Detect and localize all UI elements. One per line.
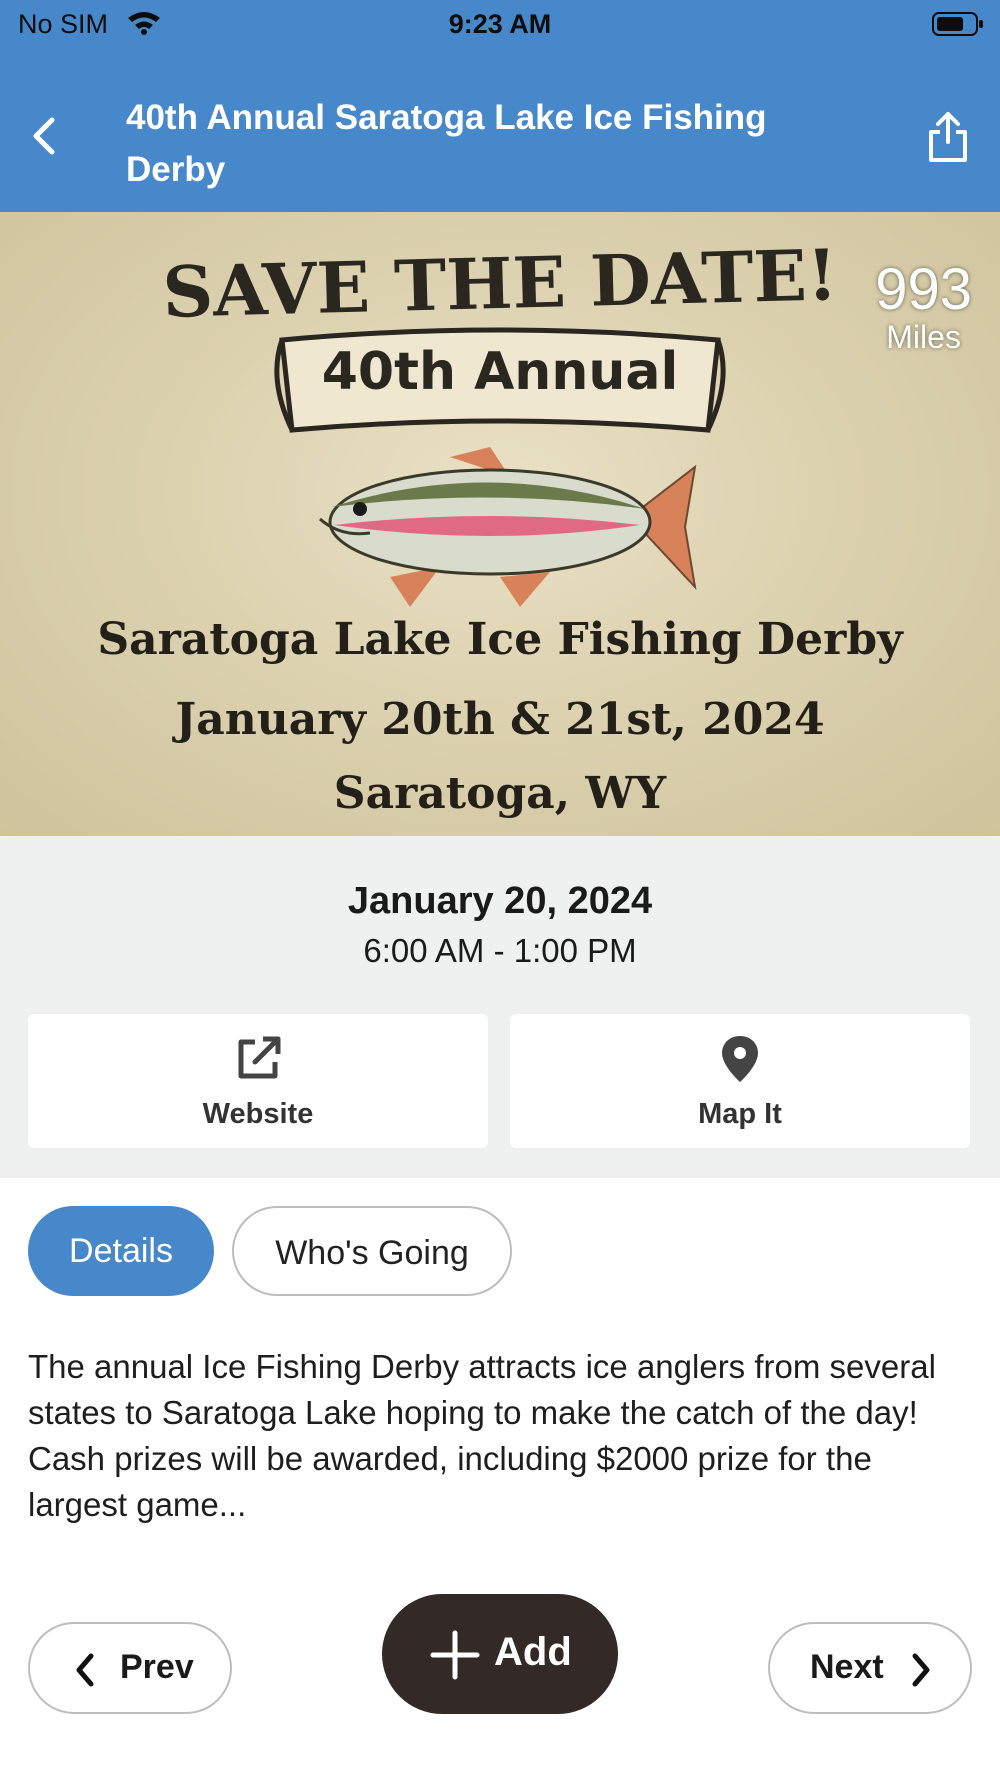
- website-button[interactable]: Website: [28, 1014, 488, 1148]
- next-button[interactable]: Next: [768, 1622, 972, 1714]
- battery-icon: [932, 12, 983, 36]
- nav-bar: 40th Annual Saratoga Lake Ice Fishing De…: [0, 54, 1000, 212]
- next-label: Next: [810, 1648, 884, 1686]
- tab-whos-going[interactable]: Who's Going: [232, 1206, 512, 1296]
- prev-button[interactable]: Prev: [28, 1622, 232, 1714]
- event-date: January 20, 2024: [347, 880, 653, 922]
- distance-value: 993: [875, 257, 972, 322]
- hero-event-dates: January 20th & 21st, 2024: [175, 694, 825, 745]
- status-time: 9:23 AM: [448, 9, 552, 39]
- page-title: 40th Annual Saratoga Lake Ice Fishing De…: [126, 98, 767, 189]
- distance-badge: 993 Miles: [875, 257, 972, 355]
- chevron-left-icon: [76, 1653, 94, 1687]
- distance-unit: Miles: [886, 319, 961, 355]
- hero-event-location: Saratoga, WY: [333, 768, 667, 819]
- share-icon[interactable]: [926, 110, 970, 164]
- chevron-right-icon: [912, 1653, 930, 1687]
- event-time: 6:00 AM - 1:00 PM: [363, 932, 637, 969]
- hero-banner-text: 40th Annual: [321, 342, 679, 402]
- event-info-panel: January 20, 2024 6:00 AM - 1:00 PM Websi…: [0, 836, 1000, 1178]
- website-label: Website: [202, 1098, 314, 1130]
- tab-details[interactable]: Details: [28, 1206, 214, 1296]
- trout-illustration: [318, 447, 697, 607]
- add-label: Add: [494, 1630, 572, 1674]
- hero-event-name: Saratoga Lake Ice Fishing Derby: [97, 614, 903, 665]
- external-link-icon: [238, 1036, 281, 1079]
- map-it-button[interactable]: Map It: [510, 1014, 970, 1148]
- add-button[interactable]: Add: [382, 1594, 618, 1714]
- map-it-label: Map It: [698, 1098, 782, 1130]
- status-bar: No SIM 9:23 AM: [0, 0, 1000, 54]
- event-image: SAVE THE DATE! 40th Annual Saratoga Lake…: [0, 212, 1000, 836]
- back-arrow-icon[interactable]: [24, 114, 68, 158]
- event-description: The annual Ice Fishing Derby attracts ic…: [28, 1348, 936, 1523]
- map-pin-icon: [722, 1036, 758, 1082]
- plus-icon: [430, 1630, 480, 1680]
- prev-label: Prev: [120, 1648, 194, 1686]
